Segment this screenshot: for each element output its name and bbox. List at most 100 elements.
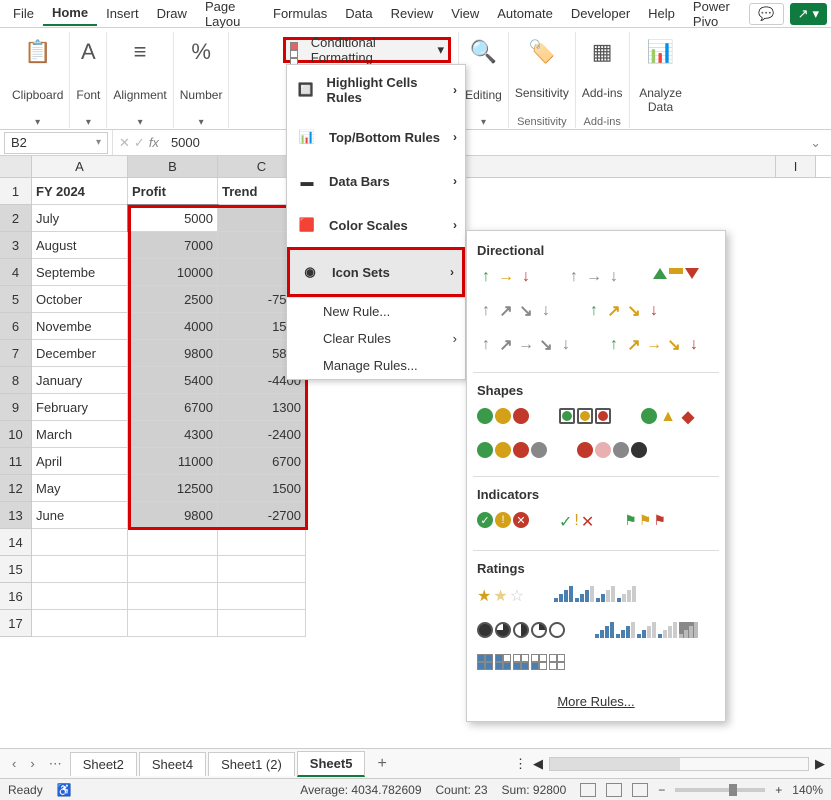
iconset-3symbols-circled[interactable]: ✓!✕ [477,512,529,532]
view-pagelayout-icon[interactable] [606,783,622,797]
iconset-redtoblack[interactable] [577,442,647,458]
cell-A5[interactable]: October [32,286,128,313]
cell-A13[interactable]: June [32,502,128,529]
row-header-17[interactable]: 17 [0,610,32,637]
group-addins[interactable]: ▦ Add-ins Add-ins [576,32,630,128]
tab-view[interactable]: View [442,2,488,25]
cell-A11[interactable]: April [32,448,128,475]
comments-button[interactable]: 💬 [749,3,783,25]
group-alignment[interactable]: ≡ Alignment ▾ [107,32,173,128]
formula-collapse[interactable]: ⌄ [800,135,831,151]
menu-highlight-cells[interactable]: 🔲 Highlight Cells Rules › [287,65,465,115]
row-header-14[interactable]: 14 [0,529,32,556]
cell-B2[interactable]: 5000 [128,205,218,232]
sheet-tab-0[interactable]: Sheet2 [70,752,137,776]
cell-A16[interactable] [32,583,128,610]
fx-icon[interactable]: fx [149,135,159,150]
iconset-3stars[interactable]: ★★☆ [477,586,524,606]
tab-home[interactable]: Home [43,1,97,26]
group-clipboard[interactable]: 📋 Clipboard ▾ [6,32,70,128]
group-sensitivity[interactable]: 🏷️ Sensitivity Sensitivity [509,32,576,128]
cell-C13[interactable]: -2700 [218,502,306,529]
view-pagebreak-icon[interactable] [632,783,648,797]
tab-draw[interactable]: Draw [148,2,196,25]
menu-topbottom[interactable]: 📊 Top/Bottom Rules › [287,115,465,159]
row-header-5[interactable]: 5 [0,286,32,313]
cell-A14[interactable] [32,529,128,556]
tab-automate[interactable]: Automate [488,2,562,25]
cell-A15[interactable] [32,556,128,583]
cell-B3[interactable]: 7000 [128,232,218,259]
select-all-corner[interactable] [0,156,32,177]
row-header-1[interactable]: 1 [0,178,32,205]
iconset-3flags[interactable]: ⚑⚑⚑ [624,512,666,532]
iconset-3trafficlights[interactable] [477,408,529,426]
cell-B15[interactable] [128,556,218,583]
cell-B5[interactable]: 2500 [128,286,218,313]
iconset-3trafficlights-rimmed[interactable] [559,408,611,426]
cell-A8[interactable]: January [32,367,128,394]
row-header-3[interactable]: 3 [0,232,32,259]
cell-C12[interactable]: 1500 [218,475,306,502]
cell-B9[interactable]: 6700 [128,394,218,421]
tab-review[interactable]: Review [382,2,443,25]
row-header-11[interactable]: 11 [0,448,32,475]
iconset-4ratings[interactable] [554,586,636,606]
row-header-4[interactable]: 4 [0,259,32,286]
tab-help[interactable]: Help [639,2,684,25]
iconset-5arrows-gray[interactable]: ↑↗→↘↓ [477,336,575,354]
cancel-icon[interactable]: ✕ [119,135,130,151]
cell-A10[interactable]: March [32,421,128,448]
formula-buttons[interactable]: ✕ ✓ fx [112,130,165,155]
row-header-2[interactable]: 2 [0,205,32,232]
tab-insert[interactable]: Insert [97,2,148,25]
cell-B7[interactable]: 9800 [128,340,218,367]
group-editing[interactable]: 🔍 Editing ▾ [459,32,509,128]
cell-A17[interactable] [32,610,128,637]
iconset-5boxes[interactable] [477,654,565,670]
share-button[interactable]: ↗▾ [790,3,827,25]
zoom-level[interactable]: 140% [792,783,823,797]
name-box[interactable]: B2 ▾ [4,132,108,154]
iconset-5ratings[interactable] [595,622,698,638]
tab-developer[interactable]: Developer [562,2,639,25]
row-header-7[interactable]: 7 [0,340,32,367]
col-header-I[interactable]: I [776,156,816,177]
menu-iconsets[interactable]: ◉ Icon Sets › [287,247,465,297]
iconset-4arrows-gray[interactable]: ↑↗↘↓ [477,302,555,320]
iconset-5quarters[interactable] [477,622,565,638]
cell-A7[interactable]: December [32,340,128,367]
cell-C9[interactable]: 1300 [218,394,306,421]
cell-A3[interactable]: August [32,232,128,259]
sheet-options-icon[interactable]: ⋮ [514,756,527,772]
group-analyze[interactable]: 📊 Analyze Data [630,32,692,128]
conditional-formatting-button[interactable]: Conditional Formatting ▾ [283,37,451,63]
add-sheet-button[interactable]: + [367,755,396,773]
sheet-nav-prev[interactable]: ‹ [6,756,22,771]
sheet-tab-3[interactable]: Sheet5 [297,751,366,777]
cell-B14[interactable] [128,529,218,556]
cell-B8[interactable]: 5400 [128,367,218,394]
cell-C14[interactable] [218,529,306,556]
cell-B16[interactable] [128,583,218,610]
enter-icon[interactable]: ✓ [134,135,145,151]
cell-C16[interactable] [218,583,306,610]
menu-managerules[interactable]: Manage Rules... [287,352,465,379]
cell-C10[interactable]: -2400 [218,421,306,448]
cell-A6[interactable]: Novembe [32,313,128,340]
sheet-tab-2[interactable]: Sheet1 (2) [208,752,295,776]
cell-B6[interactable]: 4000 [128,313,218,340]
row-header-8[interactable]: 8 [0,367,32,394]
formula-value[interactable]: 5000 [165,135,206,150]
cell-B17[interactable] [128,610,218,637]
group-font[interactable]: A Font ▾ [70,32,107,128]
cell-B4[interactable]: 10000 [128,259,218,286]
cell-C11[interactable]: 6700 [218,448,306,475]
sheet-nav-more[interactable]: ⋯ [43,756,68,772]
cell-A12[interactable]: May [32,475,128,502]
col-header-B[interactable]: B [128,156,218,177]
zoom-in-icon[interactable]: + [775,783,782,797]
scroll-left-icon[interactable]: ◀ [533,756,543,772]
tab-file[interactable]: File [4,2,43,25]
cell-B13[interactable]: 9800 [128,502,218,529]
